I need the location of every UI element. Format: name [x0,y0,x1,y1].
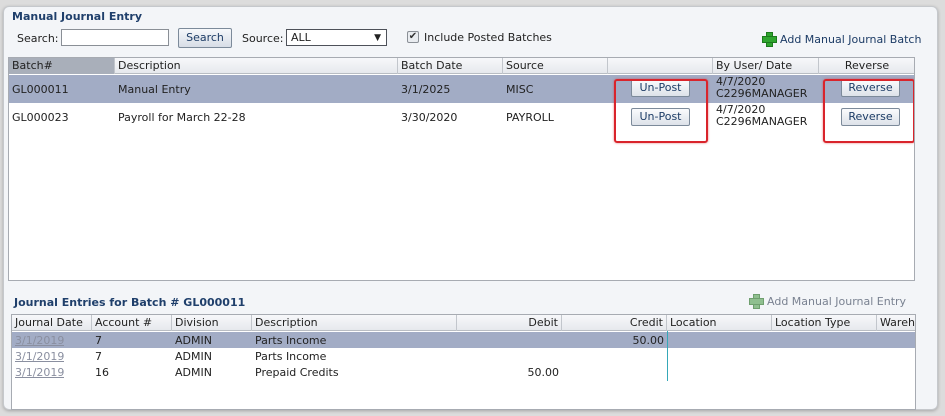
col-location-type[interactable]: Location Type [772,315,877,331]
col-journal-date[interactable]: Journal Date [12,315,92,331]
add-entry-label: Add Manual Journal Entry [767,295,907,308]
source-select[interactable]: ALL ▼ [286,29,387,46]
entry-description: Prepaid Credits [255,366,339,379]
col-debit[interactable]: Debit [457,315,562,331]
post-user: C2296MANAGER [716,87,808,100]
col-location[interactable]: Location [667,315,772,331]
batch-date: 3/30/2020 [401,111,458,124]
chevron-down-icon: ▼ [374,33,381,43]
batch-description: Manual Entry [118,83,191,96]
division: ADMIN [175,366,212,379]
batch-row[interactable]: GL000023 Payroll for March 22-28 3/30/20… [9,103,914,131]
entries-grid-header: Journal Date Account # Division Descript… [12,315,915,331]
batch-source: PAYROLL [506,111,554,124]
batch-number: GL000023 [12,111,69,124]
col-warehouse[interactable]: Wareho [877,315,915,331]
add-batch-label: Add Manual Journal Batch [780,33,922,46]
by-user-date: 4/7/2020 C2296MANAGER [713,76,807,100]
search-input[interactable] [61,29,169,46]
batch-description: Payroll for March 22-28 [118,111,246,124]
journal-date-link[interactable]: 3/1/2019 [12,334,64,347]
col-batch-date[interactable]: Batch Date [398,58,503,74]
col-reverse: Reverse [819,58,914,74]
col-division[interactable]: Division [172,315,252,331]
batch-grid: Batch# Description Batch Date Source By … [8,57,915,281]
batch-date: 3/1/2025 [401,83,451,96]
entry-description: Parts Income [255,334,327,347]
source-label: Source: [242,32,284,45]
batch-number: GL000011 [12,83,69,96]
search-label: Search: [17,32,59,45]
batch-source: MISC [506,83,534,96]
source-selected-value: ALL [291,31,311,44]
journal-date-link[interactable]: 3/1/2019 [12,350,64,363]
reverse-highlight-box [823,79,914,143]
col-description[interactable]: Description [115,58,398,74]
by-user-date: 4/7/2020 C2296MANAGER [713,104,807,128]
journal-date-link[interactable]: 3/1/2019 [12,366,64,379]
debit: 50.00 [527,366,560,379]
credit: 50.00 [632,334,665,347]
table-row[interactable]: 3/1/2019 7 ADMIN Parts Income [12,348,915,364]
col-batch[interactable]: Batch# [9,58,115,74]
search-button[interactable]: Search [178,28,232,48]
division: ADMIN [175,334,212,347]
col-by-user-date[interactable]: By User/ Date [713,58,819,74]
account-number: 16 [95,366,109,379]
account-number: 7 [95,334,102,347]
col-credit[interactable]: Credit [562,315,667,331]
post-user: C2296MANAGER [716,115,808,128]
col-action [608,58,713,74]
col-description[interactable]: Description [252,315,457,331]
journal-entries-grid: Journal Date Account # Division Descript… [11,314,916,410]
add-manual-journal-batch-link[interactable]: Add Manual Journal Batch [762,32,922,47]
division: ADMIN [175,350,212,363]
batch-row[interactable]: GL000011 Manual Entry 3/1/2025 MISC Un-P… [9,75,914,103]
entry-description: Parts Income [255,350,327,363]
include-posted-label: Include Posted Batches [424,31,552,44]
un-post-highlight-box [614,79,708,143]
table-row[interactable]: 3/1/2019 7 ADMIN Parts Income 50.00 [12,332,915,348]
entries-title: Journal Entries for Batch # GL000011 [14,296,246,309]
table-row[interactable]: 3/1/2019 16 ADMIN Prepaid Credits 50.00 [12,364,915,380]
add-icon [762,32,777,47]
column-divider [667,331,668,381]
batch-grid-header: Batch# Description Batch Date Source By … [9,58,914,74]
add-manual-journal-entry-link[interactable]: Add Manual Journal Entry [749,294,907,309]
page-title: Manual Journal Entry [12,10,143,23]
account-number: 7 [95,350,102,363]
col-source[interactable]: Source [503,58,608,74]
include-posted-checkbox[interactable]: ✔ [407,31,419,43]
add-icon [749,294,764,309]
col-account[interactable]: Account # [92,315,172,331]
